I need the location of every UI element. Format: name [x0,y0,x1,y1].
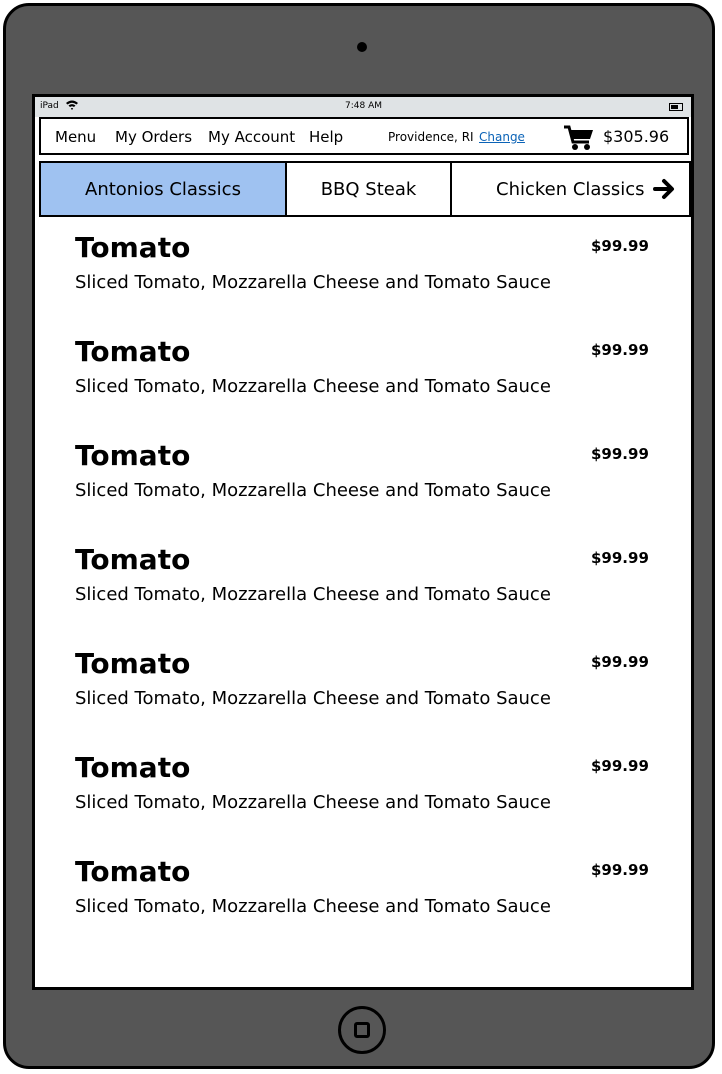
menu-item[interactable]: Tomato Sliced Tomato, Mozzarella Cheese … [35,845,691,949]
item-price: $99.99 [591,653,649,671]
item-name: Tomato [75,751,191,784]
tab-label: Antonios Classics [85,178,241,200]
item-name: Tomato [75,335,191,368]
location-label: Providence, RI [388,130,474,144]
item-price: $99.99 [591,757,649,775]
screen: iPad 7:48 AM Menu My Orders My Account H… [32,94,694,990]
tab-label: Chicken Classics [496,178,645,200]
item-description: Sliced Tomato, Mozzarella Cheese and Tom… [75,376,551,397]
top-navigation: Menu My Orders My Account Help Providenc… [39,117,689,155]
cart-total[interactable]: $305.96 [603,127,669,146]
item-name: Tomato [75,647,191,680]
camera [357,42,367,52]
item-price: $99.99 [591,237,649,255]
item-price: $99.99 [591,341,649,359]
menu-item[interactable]: Tomato Sliced Tomato, Mozzarella Cheese … [35,533,691,637]
status-time: 7:48 AM [345,101,382,111]
menu-item[interactable]: Tomato Sliced Tomato, Mozzarella Cheese … [35,429,691,533]
nav-my-orders[interactable]: My Orders [115,128,192,146]
arrow-right-icon[interactable] [652,178,675,200]
battery-icon [669,103,683,111]
item-description: Sliced Tomato, Mozzarella Cheese and Tom… [75,792,551,813]
menu-item[interactable]: Tomato Sliced Tomato, Mozzarella Cheese … [35,221,691,325]
tab-bbq-steak[interactable]: BBQ Steak [287,163,452,215]
item-description: Sliced Tomato, Mozzarella Cheese and Tom… [75,896,551,917]
menu-items-list: Tomato Sliced Tomato, Mozzarella Cheese … [35,221,691,949]
item-name: Tomato [75,231,191,264]
item-description: Sliced Tomato, Mozzarella Cheese and Tom… [75,584,551,605]
item-price: $99.99 [591,861,649,879]
item-description: Sliced Tomato, Mozzarella Cheese and Tom… [75,480,551,501]
shopping-cart-icon[interactable] [563,125,595,151]
menu-item[interactable]: Tomato Sliced Tomato, Mozzarella Cheese … [35,637,691,741]
wifi-icon [65,99,79,114]
item-description: Sliced Tomato, Mozzarella Cheese and Tom… [75,272,551,293]
item-name: Tomato [75,855,191,888]
category-tabs: Antonios Classics BBQ Steak Chicken Clas… [39,161,691,217]
tab-antonios-classics[interactable]: Antonios Classics [41,163,287,215]
item-name: Tomato [75,439,191,472]
item-price: $99.99 [591,445,649,463]
item-price: $99.99 [591,549,649,567]
carrier-label: iPad [40,101,59,111]
nav-menu[interactable]: Menu [55,128,96,146]
home-square-icon [354,1022,370,1038]
menu-item[interactable]: Tomato Sliced Tomato, Mozzarella Cheese … [35,325,691,429]
item-description: Sliced Tomato, Mozzarella Cheese and Tom… [75,688,551,709]
tablet-frame: iPad 7:48 AM Menu My Orders My Account H… [3,3,715,1069]
nav-help[interactable]: Help [309,128,343,146]
menu-item[interactable]: Tomato Sliced Tomato, Mozzarella Cheese … [35,741,691,845]
change-location-link[interactable]: Change [479,130,525,144]
status-bar: iPad 7:48 AM [35,97,691,117]
tab-chicken-classics[interactable]: Chicken Classics [452,163,689,215]
tab-label: BBQ Steak [320,178,417,200]
nav-my-account[interactable]: My Account [208,128,295,146]
home-button[interactable] [338,1006,386,1054]
item-name: Tomato [75,543,191,576]
